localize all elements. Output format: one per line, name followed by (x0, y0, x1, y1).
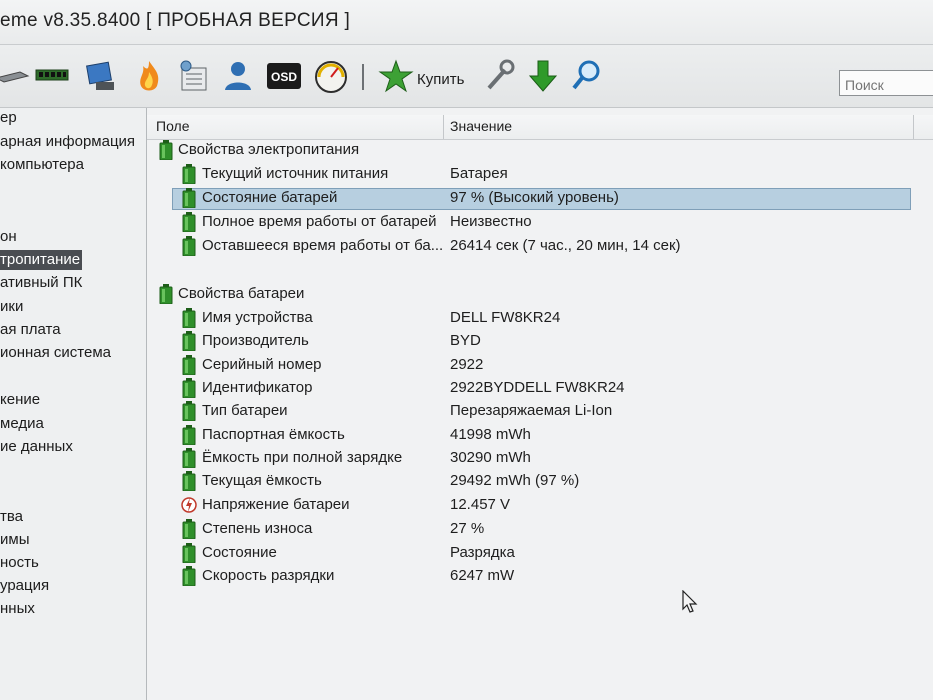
battery-icon (181, 401, 197, 421)
nav-item[interactable]: ие данных (0, 437, 73, 457)
nav-item[interactable]: ер (0, 108, 17, 128)
property-label[interactable]: Оставшееся время работы от ба... (202, 236, 443, 256)
property-value[interactable]: 97 % (Высокий уровень) (450, 188, 619, 208)
battery-icon (181, 519, 197, 539)
group-label[interactable]: Свойства батареи (178, 284, 304, 304)
flame-icon[interactable] (131, 58, 167, 94)
nav-item[interactable]: медиа (0, 414, 44, 434)
nav-item[interactable]: компьютера (0, 155, 84, 175)
nav-item[interactable]: тропитание (0, 250, 83, 270)
network-icon[interactable] (0, 58, 30, 94)
property-label[interactable]: Серийный номер (202, 355, 322, 375)
column-divider[interactable] (443, 115, 444, 139)
nav-item[interactable]: урация (0, 576, 49, 596)
search-input[interactable] (839, 70, 933, 96)
battery-icon (181, 471, 197, 491)
property-value[interactable]: 6247 mW (450, 566, 514, 586)
property-label[interactable]: Имя устройства (202, 308, 313, 328)
property-label[interactable]: Скорость разрядки (202, 566, 334, 586)
battery-group-icon (158, 140, 174, 160)
property-label[interactable]: Полное время работы от батарей (202, 212, 436, 232)
property-label[interactable]: Ёмкость при полной зарядке (202, 448, 402, 468)
nav-item[interactable]: ативный ПК (0, 273, 82, 293)
property-value[interactable]: 30290 mWh (450, 448, 531, 468)
nav-item[interactable]: нных (0, 599, 35, 619)
battery-icon (181, 566, 197, 586)
nav-item[interactable]: имы (0, 530, 29, 550)
battery-icon (181, 448, 197, 468)
task-scheduler-icon[interactable] (176, 58, 212, 94)
property-value[interactable]: Неизвестно (450, 212, 532, 232)
gauge-icon[interactable] (313, 58, 349, 94)
battery-icon (181, 308, 197, 328)
nav-item[interactable]: ая плата (0, 320, 61, 340)
voltage-icon (181, 495, 197, 515)
osd-icon[interactable]: OSD (266, 58, 302, 94)
battery-icon (181, 236, 197, 256)
nav-item[interactable]: ность (0, 553, 39, 573)
property-label[interactable]: Напряжение батареи (202, 495, 350, 515)
column-header-value[interactable]: Значение (450, 118, 512, 134)
column-divider[interactable] (913, 115, 914, 139)
property-value[interactable]: 2922 (450, 355, 483, 375)
battery-icon (181, 355, 197, 375)
property-value[interactable]: 12.457 V (450, 495, 510, 515)
property-value[interactable]: BYD (450, 331, 481, 351)
property-label[interactable]: Текущий источник питания (202, 164, 388, 184)
nav-item[interactable]: ики (0, 297, 23, 317)
column-header-field[interactable]: Поле (156, 118, 190, 134)
tools-icon[interactable] (481, 58, 517, 94)
battery-icon (181, 164, 197, 184)
battery-group-icon (158, 284, 174, 304)
property-value[interactable]: DELL FW8KR24 (450, 308, 560, 328)
property-value[interactable]: Разрядка (450, 543, 515, 563)
property-label[interactable]: Тип батареи (202, 401, 288, 421)
osd-icon-text: OSD (271, 70, 297, 84)
buy-button[interactable]: Купить (417, 71, 464, 88)
title-bar: eme v8.35.8400 [ ПРОБНАЯ ВЕРСИЯ ] (0, 0, 933, 45)
window-title: eme v8.35.8400 [ ПРОБНАЯ ВЕРСИЯ ] (0, 10, 351, 31)
nav-item[interactable]: кение (0, 390, 40, 410)
property-value[interactable]: 41998 mWh (450, 425, 531, 445)
nav-item[interactable]: он (0, 227, 17, 247)
property-label[interactable]: Состояние (202, 543, 277, 563)
property-label[interactable]: Текущая ёмкость (202, 471, 322, 491)
property-value[interactable]: 26414 сек (7 час., 20 мин, 14 сек) (450, 236, 681, 256)
buy-star-icon[interactable] (378, 58, 414, 94)
toolbar-separator (362, 64, 364, 90)
user-icon[interactable] (220, 58, 256, 94)
nav-item[interactable]: ионная система (0, 343, 111, 363)
property-label[interactable]: Паспортная ёмкость (202, 425, 345, 445)
property-value[interactable]: Перезаряжаемая Li-Ion (450, 401, 612, 421)
nav-item[interactable]: тва (0, 507, 23, 527)
download-icon[interactable] (525, 58, 561, 94)
battery-icon (181, 212, 197, 232)
property-value[interactable]: 2922BYDDELL FW8KR24 (450, 378, 625, 398)
property-label[interactable]: Идентификатор (202, 378, 312, 398)
device-icon[interactable] (84, 58, 120, 94)
battery-icon (181, 425, 197, 445)
property-label[interactable]: Степень износа (202, 519, 312, 539)
nav-item[interactable]: арная информация (0, 132, 135, 152)
property-value[interactable]: Батарея (450, 164, 508, 184)
battery-icon (181, 331, 197, 351)
mouse-cursor (682, 589, 698, 614)
property-label[interactable]: Производитель (202, 331, 309, 351)
battery-icon (181, 188, 197, 208)
property-value[interactable]: 27 % (450, 519, 484, 539)
group-label[interactable]: Свойства электропитания (178, 140, 359, 160)
battery-icon (181, 378, 197, 398)
property-label[interactable]: Состояние батарей (202, 188, 337, 208)
property-value[interactable]: 29492 mWh (97 %) (450, 471, 579, 491)
battery-icon (181, 543, 197, 563)
memory-icon[interactable] (34, 58, 70, 94)
table-header (147, 115, 933, 140)
search-magnifier-icon[interactable] (569, 58, 605, 94)
